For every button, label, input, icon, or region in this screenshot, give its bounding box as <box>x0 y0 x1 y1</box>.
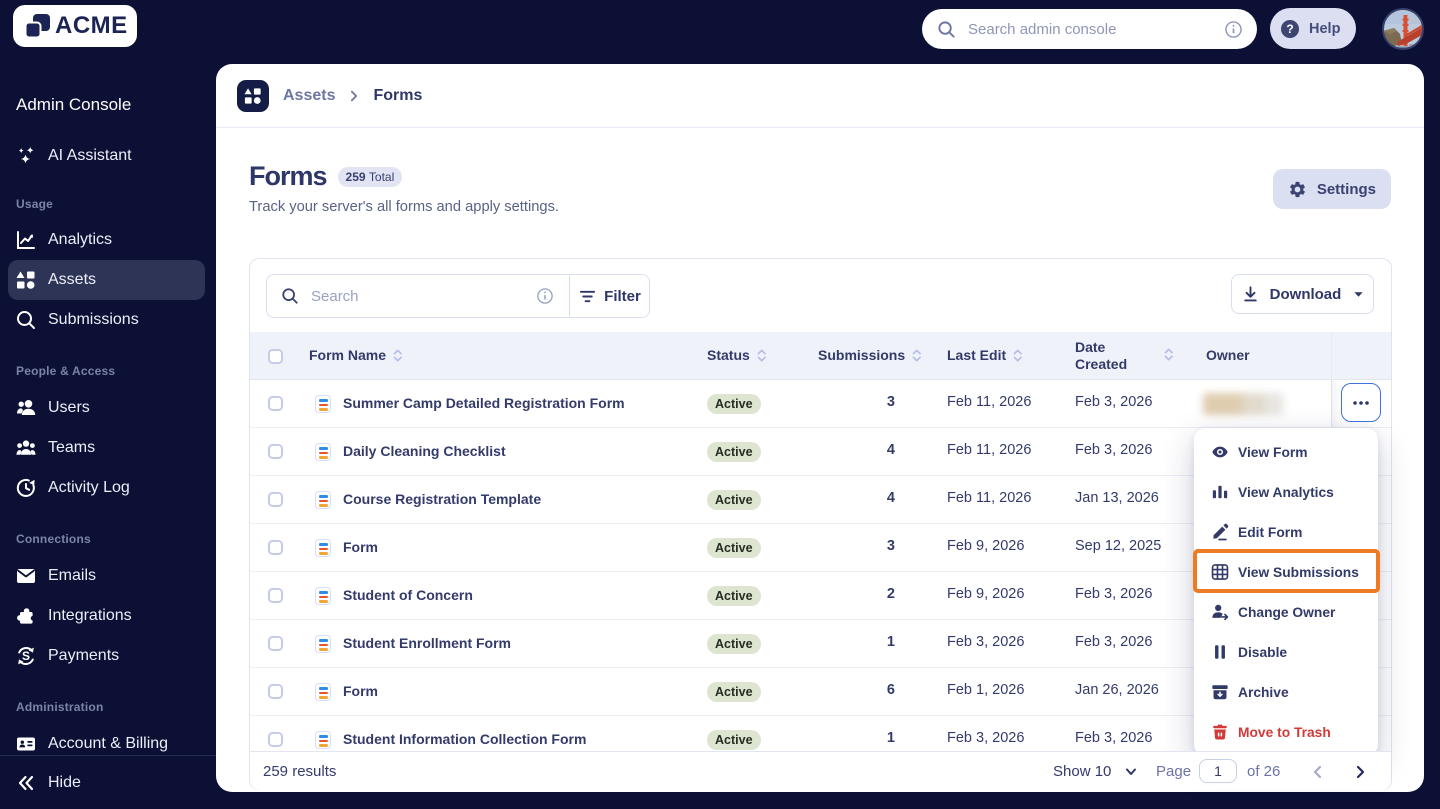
svg-text:S: S <box>22 649 30 663</box>
